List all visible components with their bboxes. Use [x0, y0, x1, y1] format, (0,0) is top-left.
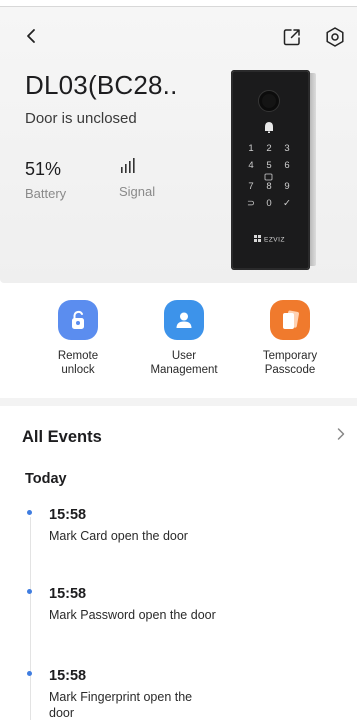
timeline-dot — [27, 510, 32, 515]
lock-device-image: 1 2 3 4 5 6 7 8 9 ⊃ 0 ✓ EZVIZ — [231, 70, 317, 270]
keypad-key: 9 — [284, 181, 289, 192]
keypad-key: 0 — [266, 198, 271, 209]
temporary-passcode-button[interactable]: Temporary Passcode — [245, 300, 335, 377]
user-management-label-1: User — [171, 350, 197, 362]
all-events-title[interactable]: All Events — [22, 428, 102, 447]
section-divider — [0, 398, 357, 406]
passcode-card-icon — [270, 300, 310, 340]
event-description: Mark Fingerprint open the door — [49, 690, 193, 720]
keypad-key: 4 — [248, 160, 253, 171]
event-time: 15:58 — [49, 507, 87, 523]
settings-button[interactable] — [321, 23, 349, 51]
event-time: 15:58 — [49, 668, 87, 684]
remote-unlock-label-2: unlock — [61, 364, 95, 376]
gear-icon — [326, 27, 344, 47]
temporary-passcode-label-2: Passcode — [264, 364, 316, 376]
keypad-key: 6 — [284, 160, 289, 171]
user-management-label-2: Management — [150, 364, 218, 376]
remote-unlock-label-1: Remote — [57, 350, 99, 362]
keypad-key: 5 — [266, 160, 271, 171]
battery-label: Battery — [25, 186, 67, 201]
battery-value: 51% — [25, 159, 62, 179]
keypad-key: 2 — [266, 143, 271, 154]
remote-unlock-button[interactable]: Remote unlock — [33, 300, 123, 377]
share-icon — [283, 29, 300, 46]
back-button[interactable] — [18, 22, 46, 50]
keypad-key: 8 — [266, 181, 271, 192]
chevron-right-icon — [337, 428, 345, 440]
signal-label: Signal — [119, 184, 156, 199]
keypad-key: ✓ — [283, 198, 291, 209]
device-name: DL03(BC28.. — [25, 70, 178, 100]
keypad-key: ⊃ — [247, 198, 255, 209]
chevron-left-icon — [27, 29, 35, 43]
user-management-button[interactable]: User Management — [139, 300, 229, 377]
unlock-icon — [58, 300, 98, 340]
share-button[interactable] — [278, 23, 306, 51]
keypad-key: 3 — [284, 143, 289, 154]
timeline-line — [30, 517, 31, 720]
temporary-passcode-label-1: Temporary — [262, 350, 318, 362]
keypad-key: 1 — [248, 143, 253, 154]
signal-icon — [120, 157, 138, 180]
brand-logo: EZVIZ — [264, 237, 285, 244]
date-group-label: Today — [25, 471, 67, 487]
all-events-more-button[interactable] — [336, 426, 346, 447]
status-strip — [0, 0, 357, 7]
keypad-key: 7 — [248, 181, 253, 192]
device-header: DL03(BC28.. Door is unclosed 51% Battery… — [0, 0, 357, 283]
timeline-dot — [27, 589, 32, 594]
door-status: Door is unclosed — [25, 110, 137, 127]
user-icon — [164, 300, 204, 340]
timeline-dot — [27, 671, 32, 676]
event-description: Mark Card open the door — [49, 529, 188, 543]
event-description: Mark Password open the door — [49, 608, 216, 622]
event-time: 15:58 — [49, 586, 87, 602]
